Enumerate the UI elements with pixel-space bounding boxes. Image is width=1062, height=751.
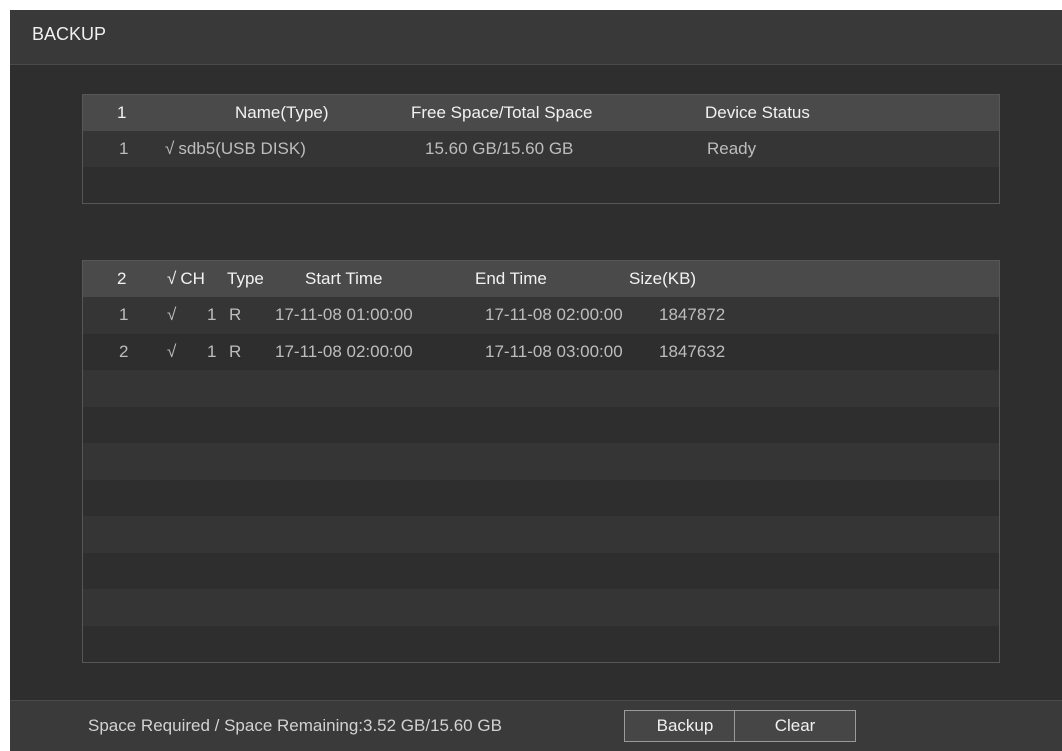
file-row-index: 1: [119, 305, 129, 325]
device-header-space[interactable]: Free Space/Total Space: [411, 95, 592, 131]
file-row-size: 1847632: [659, 341, 726, 361]
file-header-ch: CH: [180, 269, 205, 288]
device-header-status[interactable]: Device Status: [705, 95, 810, 131]
device-table: 1 Name(Type) Free Space/Total Space Devi…: [82, 94, 1000, 204]
file-row-empty: [83, 516, 999, 553]
file-row-start: 17-11-08 01:00:00: [275, 305, 413, 325]
device-row-empty: [83, 167, 999, 203]
space-info: Space Required / Space Remaining:3.52 GB…: [88, 716, 502, 735]
file-row-ch: 1: [207, 341, 217, 361]
check-icon[interactable]: [167, 305, 180, 325]
file-row-end: 17-11-08 02:00:00: [485, 305, 623, 325]
file-row-type: R: [229, 305, 242, 325]
file-row-empty: [83, 552, 999, 589]
title-bar: BACKUP: [10, 10, 1062, 65]
file-header-start[interactable]: Start Time: [305, 261, 382, 297]
file-header-end[interactable]: End Time: [475, 261, 547, 297]
file-row-empty: [83, 625, 999, 662]
device-table-header: 1 Name(Type) Free Space/Total Space Devi…: [83, 95, 999, 131]
device-row-space: 15.60 GB/15.60 GB: [425, 139, 574, 158]
file-row-size: 1847872: [659, 305, 726, 325]
device-header-index: 1: [117, 103, 127, 122]
window-title: BACKUP: [32, 24, 107, 44]
file-row-empty: [83, 589, 999, 626]
device-row[interactable]: 1 sdb5(USB DISK) 15.60 GB/15.60 GB Ready: [83, 131, 999, 167]
file-header-size[interactable]: Size(KB): [629, 261, 696, 297]
file-row[interactable]: 2 1 R 17-11-08 02:00:00 17-11-08 03:00:0…: [83, 333, 999, 371]
file-row-start: 17-11-08 02:00:00: [275, 341, 413, 361]
file-row-index: 2: [119, 341, 129, 361]
check-icon[interactable]: [167, 269, 180, 289]
backup-button[interactable]: Backup: [624, 710, 746, 742]
file-table-header: 2 CH Type Start Time End Time Size(KB): [83, 261, 999, 297]
device-header-name[interactable]: Name(Type): [235, 95, 329, 131]
device-row-index: 1: [119, 139, 129, 158]
file-header-index: 2: [117, 269, 127, 288]
file-row-checkbox[interactable]: [167, 334, 180, 371]
file-header-select-all[interactable]: CH: [167, 261, 205, 297]
footer-bar: Space Required / Space Remaining:3.52 GB…: [10, 700, 1062, 751]
backup-window: BACKUP 1 Name(Type) Free Space/Total Spa…: [10, 10, 1062, 751]
file-row-empty: [83, 479, 999, 516]
file-row-checkbox[interactable]: [167, 297, 180, 334]
file-row[interactable]: 1 1 R 17-11-08 01:00:00 17-11-08 02:00:0…: [83, 297, 999, 334]
file-row-ch: 1: [207, 305, 217, 325]
file-row-end: 17-11-08 03:00:00: [485, 341, 623, 361]
file-table: 2 CH Type Start Time End Time Size(KB) 1…: [82, 260, 1000, 663]
device-row-status: Ready: [707, 139, 757, 158]
file-row-empty: [83, 443, 999, 480]
file-row-type: R: [229, 341, 242, 361]
check-icon[interactable]: [165, 139, 178, 159]
file-row-empty: [83, 406, 999, 443]
clear-button[interactable]: Clear: [734, 710, 856, 742]
device-row-name: sdb5(USB DISK): [178, 139, 306, 158]
device-row-name-checkbox[interactable]: sdb5(USB DISK): [165, 131, 306, 167]
file-row-empty: [83, 370, 999, 407]
file-header-type[interactable]: Type: [227, 261, 264, 297]
check-icon[interactable]: [167, 342, 180, 362]
